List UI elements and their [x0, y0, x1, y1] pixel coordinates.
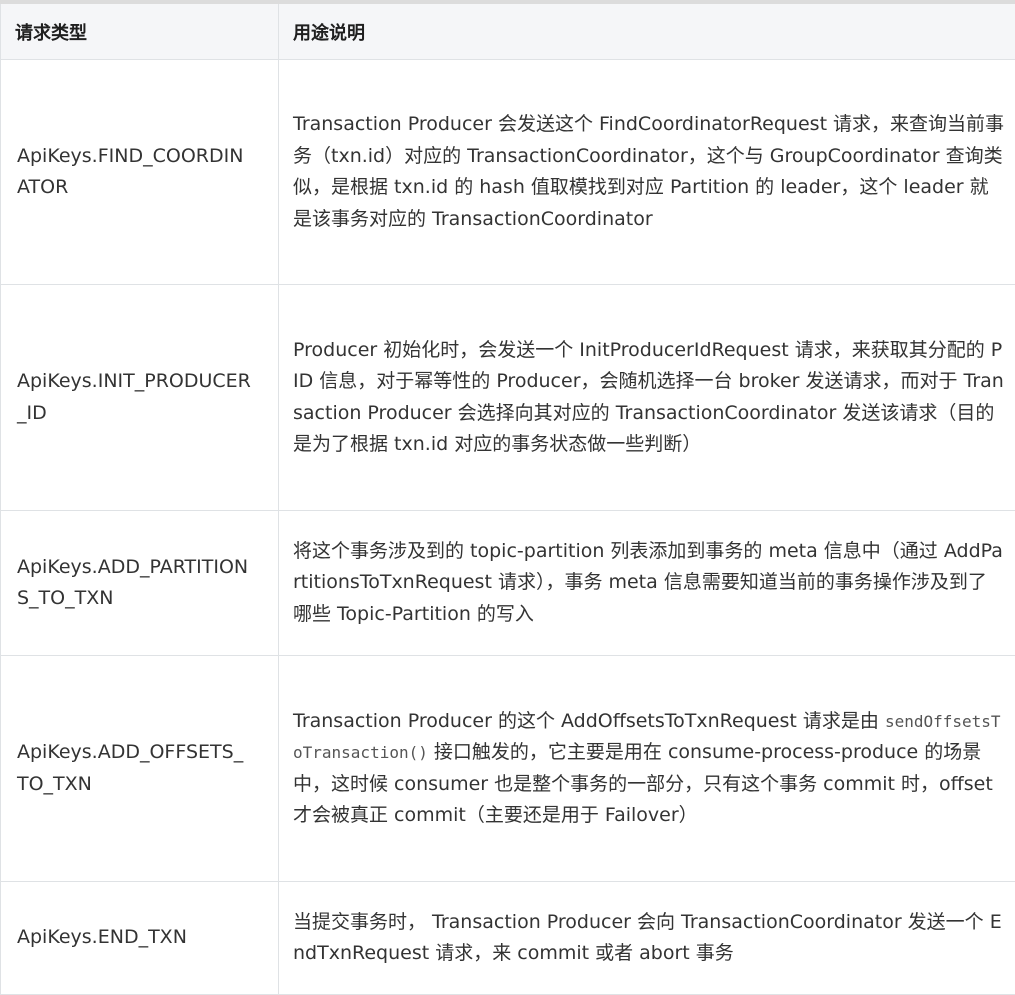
description-cell: Transaction Producer 的这个 AddOffsetsToTxn…	[279, 656, 1015, 882]
request-type-cell: ApiKeys.ADD_OFFSETS_TO_TXN	[1, 656, 279, 882]
table-row: ApiKeys.ADD_PARTITIONS_TO_TXN 将这个事务涉及到的 …	[1, 511, 1015, 656]
request-type-cell: ApiKeys.INIT_PRODUCER_ID	[1, 285, 279, 511]
description-cell: 当提交事务时， Transaction Producer 会向 Transact…	[279, 882, 1015, 995]
request-type-cell: ApiKeys.ADD_PARTITIONS_TO_TXN	[1, 511, 279, 656]
header-usage-description: 用途说明	[279, 2, 1015, 60]
description-cell: 将这个事务涉及到的 topic-partition 列表添加到事务的 meta …	[279, 511, 1015, 656]
table-row: ApiKeys.END_TXN 当提交事务时， Transaction Prod…	[1, 882, 1015, 995]
header-request-type: 请求类型	[1, 2, 279, 60]
description-cell: Producer 初始化时，会发送一个 InitProducerIdReques…	[279, 285, 1015, 511]
description-text: Transaction Producer 的这个 AddOffsetsToTxn…	[293, 710, 885, 732]
table-row: ApiKeys.FIND_COORDINATOR Transaction Pro…	[1, 60, 1015, 285]
request-type-cell: ApiKeys.FIND_COORDINATOR	[1, 60, 279, 285]
table-header-row: 请求类型 用途说明	[1, 2, 1015, 60]
request-type-cell: ApiKeys.END_TXN	[1, 882, 279, 995]
description-cell: Transaction Producer 会发送这个 FindCoordinat…	[279, 60, 1015, 285]
table-row: ApiKeys.INIT_PRODUCER_ID Producer 初始化时，会…	[1, 285, 1015, 511]
api-keys-table: 请求类型 用途说明 ApiKeys.FIND_COORDINATOR Trans…	[0, 0, 1015, 995]
table-row: ApiKeys.ADD_OFFSETS_TO_TXN Transaction P…	[1, 656, 1015, 882]
